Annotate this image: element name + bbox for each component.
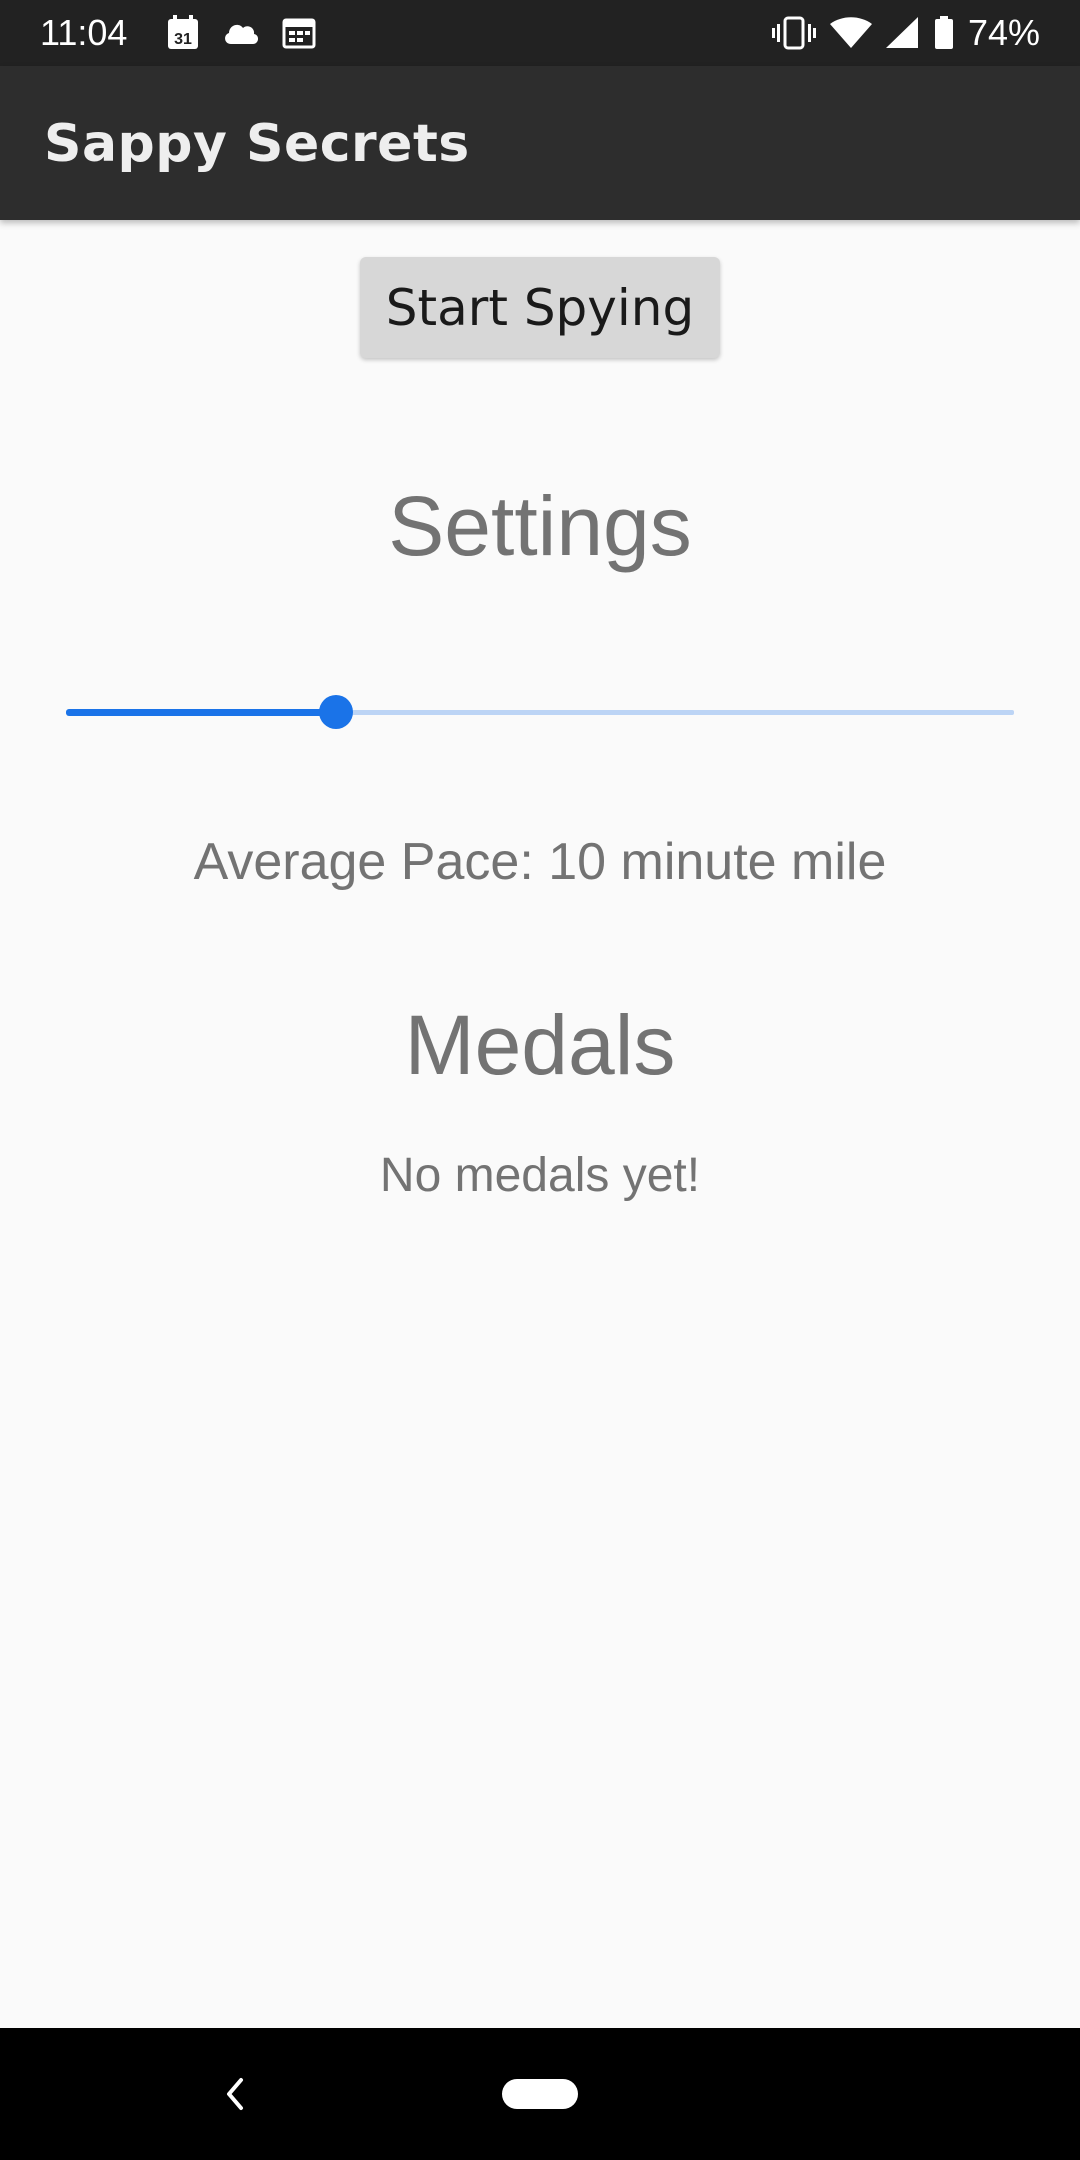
pace-slider[interactable] — [66, 690, 1014, 734]
home-pill-icon[interactable] — [502, 2079, 578, 2109]
vibrate-icon — [771, 16, 816, 50]
slider-fill — [66, 709, 336, 716]
navigation-bar — [0, 2028, 1080, 2160]
wifi-icon — [829, 17, 872, 49]
medals-empty-message: No medals yet! — [379, 1149, 701, 1202]
settings-heading: Settings — [388, 479, 692, 573]
battery-icon — [934, 16, 954, 50]
back-icon[interactable] — [215, 2074, 255, 2114]
battery-percent: 74% — [967, 12, 1040, 53]
calendar-view-icon — [282, 17, 316, 49]
app-title: Sappy Secrets — [44, 114, 470, 174]
medals-heading: Medals — [404, 998, 676, 1092]
app-bar: Sappy Secrets — [0, 66, 1080, 220]
calendar-icon: 31 — [166, 15, 200, 51]
slider-thumb[interactable] — [319, 695, 353, 729]
status-bar: 11:04 31 74% — [0, 0, 1080, 66]
cloud-icon — [222, 20, 260, 46]
status-time: 11:04 — [40, 12, 128, 53]
start-spying-button[interactable]: Start Spying — [360, 257, 720, 358]
average-pace-label: Average Pace: 10 minute mile — [193, 833, 887, 891]
status-left-icons: 31 — [166, 15, 338, 51]
signal-icon — [885, 17, 920, 49]
status-right-icons: 74% — [758, 9, 1040, 57]
screen: 11:04 31 74% Sappy Secrets Start Spying … — [0, 0, 1080, 2160]
calendar-day-label: 31 — [174, 31, 192, 48]
